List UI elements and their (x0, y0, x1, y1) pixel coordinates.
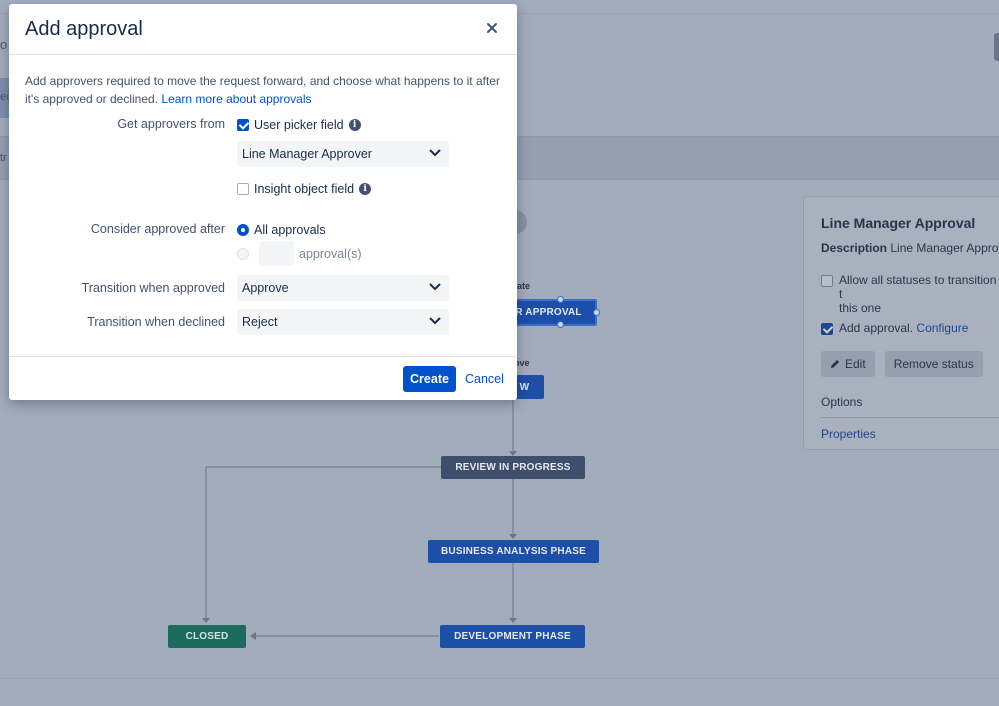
all-approvals-label: All approvals (254, 222, 326, 237)
transition-approved-label: Transition when approved (81, 281, 225, 295)
panel-title: Line Manager Approval (821, 215, 976, 231)
configure-link[interactable]: Configure (916, 321, 968, 335)
dialog-footer: Create Cancel (9, 356, 517, 400)
insight-option: Insight object field i (237, 180, 372, 196)
intro-text: Add approvers required to move the reque… (25, 74, 500, 106)
dialog-header: Add approval (9, 4, 517, 55)
edit-button[interactable]: Edit (821, 351, 875, 377)
allow-statuses-row: Allow all statuses to transition t this o… (821, 273, 999, 315)
approvals-count-suffix: approval(s) (299, 246, 362, 261)
status-node-closed[interactable]: CLOSED (168, 625, 246, 648)
options-heading: Options (821, 395, 999, 418)
node-handle-top[interactable] (557, 296, 564, 303)
learn-more-link[interactable]: Learn more about approvals (161, 92, 311, 106)
info-icon[interactable]: i (348, 118, 361, 131)
status-node-development[interactable]: DEVELOPMENT PHASE (440, 625, 585, 648)
insight-label: Insight object field (254, 181, 355, 196)
user-picker-select-value: Line Manager Approver (242, 147, 372, 161)
transition-approved-value: Approve (242, 281, 289, 295)
add-approval-row: Add approval. Configure (821, 321, 999, 335)
node-handle-right[interactable] (593, 309, 600, 316)
consider-approved-label: Consider approved after (90, 222, 225, 236)
panel-actions: Edit Remove status (821, 351, 999, 377)
transition-approved-select[interactable]: Approve (237, 275, 449, 301)
add-approval-text: Add approval. (839, 321, 914, 335)
chevron-down-icon (429, 149, 441, 157)
remove-status-button[interactable]: Remove status (884, 351, 983, 377)
insight-checkbox[interactable] (237, 182, 249, 195)
transition-declined-select[interactable]: Reject (237, 309, 449, 335)
user-picker-label: User picker field (254, 117, 344, 132)
pencil-icon (831, 360, 839, 368)
count-approvals-option: approval(s) (237, 241, 362, 266)
create-button[interactable]: Create (403, 366, 456, 392)
transition-declined-label: Transition when declined (87, 315, 225, 329)
all-approvals-option: All approvals (237, 221, 326, 237)
description-value: Line Manager Approv (890, 241, 999, 255)
status-node-review-in-progress[interactable]: REVIEW IN PROGRESS (441, 456, 585, 479)
properties-link[interactable]: Properties (821, 427, 999, 441)
chevron-down-icon (429, 317, 441, 325)
info-icon[interactable]: i (359, 182, 372, 195)
transition-declined-value: Reject (242, 315, 278, 329)
allow-statuses-checkbox[interactable] (821, 275, 833, 287)
status-side-panel: Line Manager Approval Description Line M… (803, 196, 999, 450)
node-handle-bottom[interactable] (557, 321, 564, 328)
count-approvals-radio[interactable] (237, 247, 249, 260)
add-approval-checkbox[interactable] (821, 323, 833, 335)
get-approvers-label: Get approvers from (117, 117, 225, 131)
transition-label-create: ate (517, 281, 531, 291)
all-approvals-radio[interactable] (237, 223, 249, 236)
close-icon[interactable] (483, 19, 501, 37)
panel-description: Description Line Manager Approv (821, 241, 999, 255)
allow-statuses-text: Allow all statuses to transition t this o… (839, 273, 997, 315)
user-picker-option: User picker field i (237, 116, 361, 132)
user-picker-checkbox[interactable] (237, 118, 249, 131)
chevron-down-icon (429, 283, 441, 291)
description-label: Description (821, 241, 888, 255)
add-approval-dialog: Add approval Add approvers required to m… (9, 4, 517, 400)
status-node-business-analysis[interactable]: BUSINESS ANALYSIS PHASE (428, 540, 599, 563)
dialog-title: Add approval (25, 18, 143, 40)
cancel-button[interactable]: Cancel (465, 366, 504, 392)
approvals-count-input[interactable] (259, 241, 294, 266)
user-picker-select[interactable]: Line Manager Approver (237, 141, 449, 167)
